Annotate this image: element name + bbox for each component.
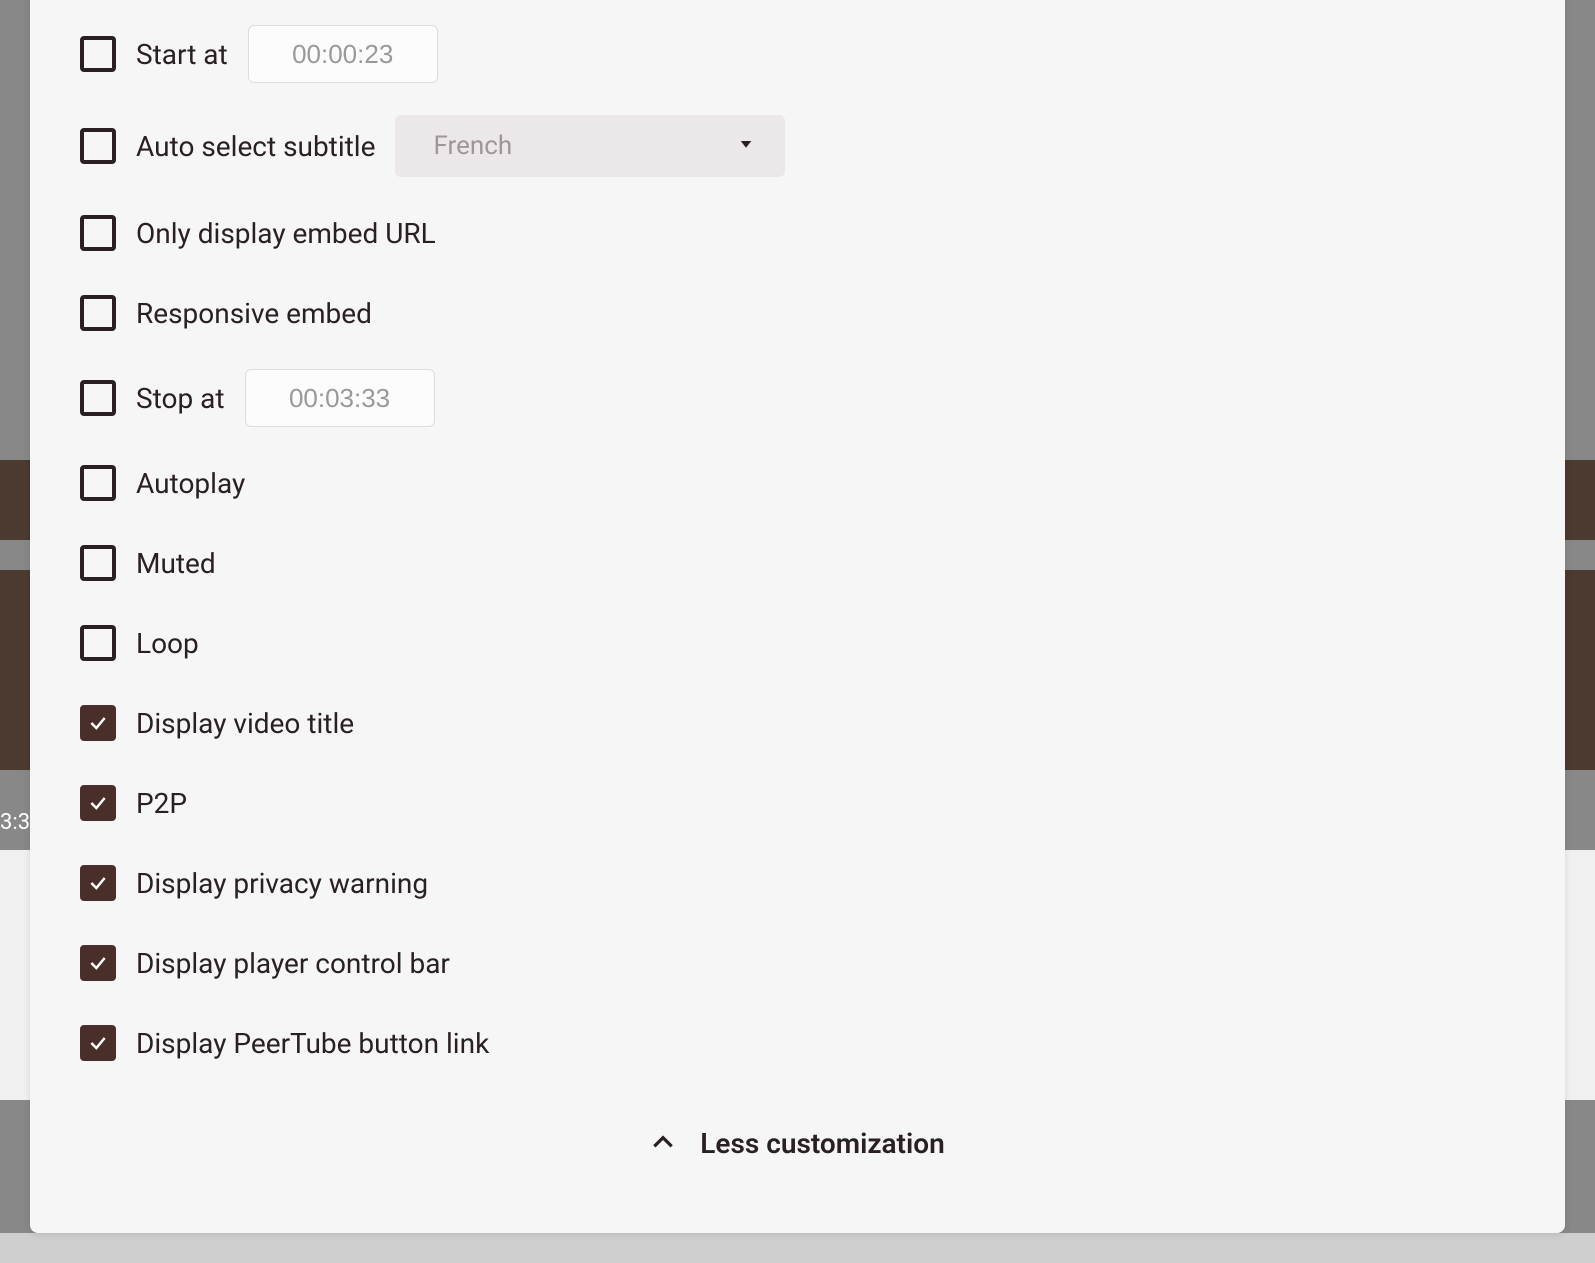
only-embed-url-checkbox[interactable]: [80, 215, 116, 251]
muted-checkbox[interactable]: [80, 545, 116, 581]
autoplay-row: Autoplay: [80, 459, 1515, 507]
privacy-warning-label: Display privacy warning: [136, 867, 428, 900]
control-bar-label: Display player control bar: [136, 947, 450, 980]
start-at-row: Start at: [80, 25, 1515, 83]
auto-subtitle-label: Auto select subtitle: [136, 130, 375, 163]
responsive-embed-checkbox[interactable]: [80, 295, 116, 331]
background-time-text: 3:3: [0, 810, 30, 835]
start-at-checkbox[interactable]: [80, 36, 116, 72]
display-title-label: Display video title: [136, 707, 354, 740]
stop-at-input[interactable]: [245, 369, 435, 427]
p2p-label: P2P: [136, 787, 187, 820]
only-embed-url-label: Only display embed URL: [136, 217, 436, 250]
display-title-row: Display video title: [80, 699, 1515, 747]
stop-at-row: Stop at: [80, 369, 1515, 427]
auto-subtitle-row: Auto select subtitle French: [80, 115, 1515, 177]
loop-label: Loop: [136, 627, 199, 660]
loop-checkbox[interactable]: [80, 625, 116, 661]
chevron-up-icon: [650, 1129, 676, 1159]
auto-subtitle-checkbox[interactable]: [80, 128, 116, 164]
stop-at-label: Stop at: [136, 382, 225, 415]
muted-row: Muted: [80, 539, 1515, 587]
stop-at-checkbox[interactable]: [80, 380, 116, 416]
p2p-checkbox[interactable]: [80, 785, 116, 821]
responsive-embed-label: Responsive embed: [136, 297, 372, 330]
start-at-input[interactable]: [248, 25, 438, 83]
subtitle-select-wrap: French: [395, 115, 785, 177]
loop-row: Loop: [80, 619, 1515, 667]
peertube-link-label: Display PeerTube button link: [136, 1027, 489, 1060]
muted-label: Muted: [136, 547, 216, 580]
customization-panel: Start at Auto select subtitle French Onl…: [30, 0, 1565, 1233]
peertube-link-row: Display PeerTube button link: [80, 1019, 1515, 1067]
responsive-embed-row: Responsive embed: [80, 289, 1515, 337]
autoplay-label: Autoplay: [136, 467, 245, 500]
p2p-row: P2P: [80, 779, 1515, 827]
display-title-checkbox[interactable]: [80, 705, 116, 741]
privacy-warning-checkbox[interactable]: [80, 865, 116, 901]
only-embed-url-row: Only display embed URL: [80, 209, 1515, 257]
peertube-link-checkbox[interactable]: [80, 1025, 116, 1061]
less-customization-label: Less customization: [700, 1127, 944, 1160]
background-area: [0, 1233, 1595, 1263]
subtitle-select[interactable]: French: [395, 115, 785, 177]
privacy-warning-row: Display privacy warning: [80, 859, 1515, 907]
autoplay-checkbox[interactable]: [80, 465, 116, 501]
control-bar-row: Display player control bar: [80, 939, 1515, 987]
start-at-label: Start at: [136, 38, 228, 71]
control-bar-checkbox[interactable]: [80, 945, 116, 981]
less-customization-toggle[interactable]: Less customization: [80, 1127, 1515, 1160]
